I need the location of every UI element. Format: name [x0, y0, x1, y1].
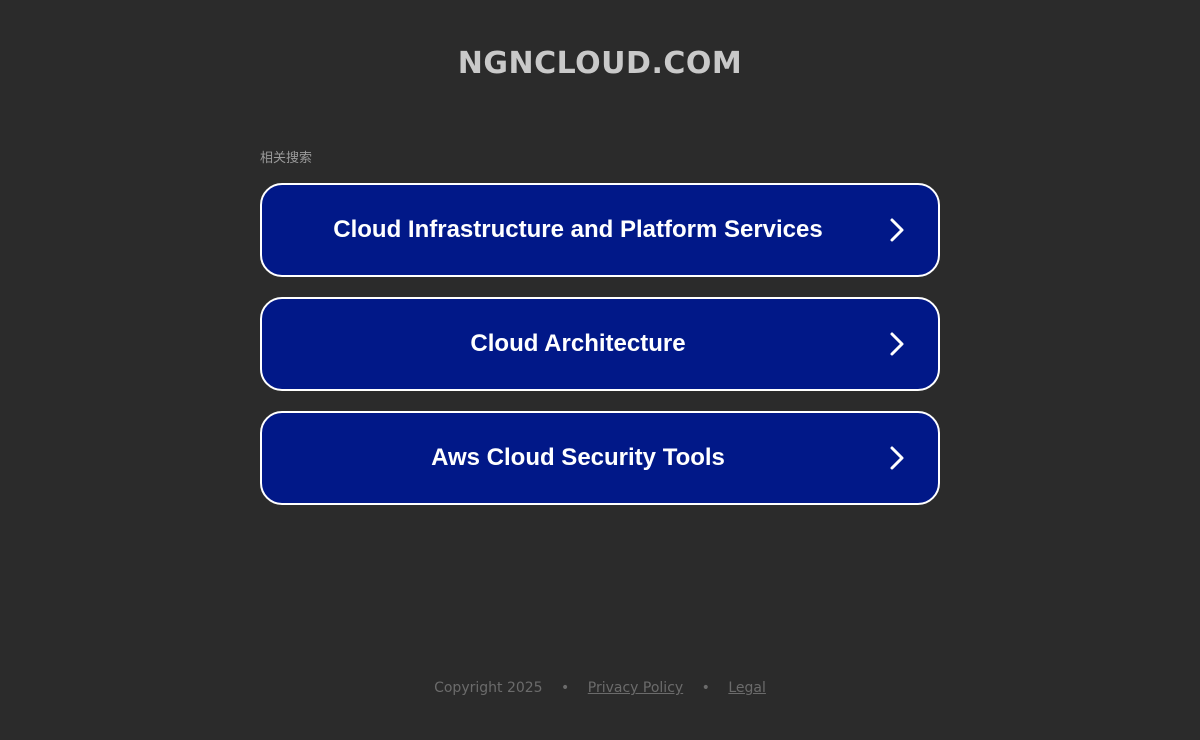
- related-links-list: Cloud Infrastructure and Platform Servic…: [260, 183, 940, 525]
- related-link-label: Aws Cloud Security Tools: [431, 444, 725, 471]
- copyright-text: Copyright 2025: [434, 680, 543, 696]
- chevron-right-icon: [890, 332, 904, 356]
- footer-separator: •: [701, 680, 710, 696]
- related-link-label: Cloud Architecture: [470, 330, 686, 357]
- legal-link[interactable]: Legal: [728, 680, 766, 696]
- chevron-right-icon: [890, 218, 904, 242]
- related-link-label: Cloud Infrastructure and Platform Servic…: [333, 216, 823, 243]
- related-link-cloud-infrastructure[interactable]: Cloud Infrastructure and Platform Servic…: [260, 183, 940, 277]
- related-link-cloud-architecture[interactable]: Cloud Architecture: [260, 297, 940, 391]
- footer: Copyright 2025 • Privacy Policy • Legal: [0, 678, 1200, 698]
- related-searches-label: 相关搜索: [260, 151, 313, 166]
- chevron-right-icon: [890, 446, 904, 470]
- privacy-policy-link[interactable]: Privacy Policy: [588, 680, 683, 696]
- related-link-aws-security-tools[interactable]: Aws Cloud Security Tools: [260, 411, 940, 505]
- footer-separator: •: [561, 680, 570, 696]
- site-title: NGNCLOUD.COM: [457, 46, 743, 81]
